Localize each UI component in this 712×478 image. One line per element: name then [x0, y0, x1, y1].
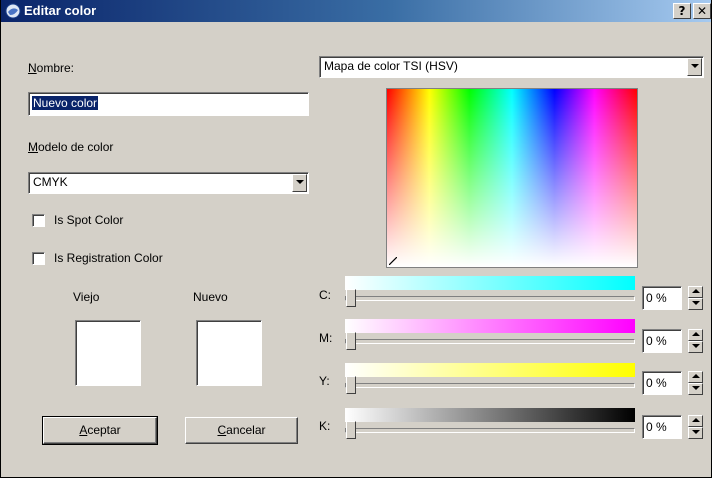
name-input-value: Nuevo color [32, 96, 99, 110]
spin-down-icon[interactable] [688, 383, 703, 395]
channel-label: C: [319, 288, 331, 302]
spin-up-icon[interactable] [688, 371, 703, 383]
channel-slider-thumb[interactable] [346, 332, 356, 350]
channel-spinner[interactable] [688, 286, 703, 310]
color-model-value: CMYK [33, 175, 68, 189]
spin-down-icon[interactable] [688, 298, 703, 310]
spin-up-icon[interactable] [688, 286, 703, 298]
app-icon [5, 3, 21, 19]
spot-color-label[interactable]: Is Spot Color [54, 213, 123, 227]
accept-button[interactable]: Aceptar [42, 416, 158, 445]
color-model-select[interactable]: CMYK [28, 172, 309, 194]
title-bar[interactable]: Editar color ? ✕ [1, 0, 711, 22]
chevron-down-icon[interactable] [687, 58, 702, 76]
channel-label: Y: [319, 374, 330, 388]
name-input[interactable]: Nuevo color [28, 92, 309, 116]
close-button[interactable]: ✕ [693, 3, 711, 19]
window-title: Editar color [24, 3, 97, 18]
registration-color-checkbox[interactable] [32, 252, 45, 265]
spin-down-icon[interactable] [688, 341, 703, 353]
channel-value-input[interactable]: 0 % [642, 329, 682, 353]
channel-value-input[interactable]: 0 % [642, 415, 682, 439]
channel-slider-track[interactable] [345, 383, 635, 388]
old-color-swatch [75, 320, 141, 386]
channel-value-input[interactable]: 0 % [642, 286, 682, 310]
channel-spinner[interactable] [688, 329, 703, 353]
spin-up-icon[interactable] [688, 329, 703, 341]
hsv-color-map[interactable] [386, 88, 638, 268]
chevron-down-icon[interactable] [292, 174, 307, 192]
model-label: Modelo de color [28, 140, 114, 154]
cancel-button[interactable]: Cancelar [185, 417, 298, 444]
spot-color-checkbox[interactable] [32, 214, 45, 227]
channel-slider-track[interactable] [345, 339, 635, 344]
spin-down-icon[interactable] [688, 427, 703, 439]
channel-spinner[interactable] [688, 371, 703, 395]
color-map-select[interactable]: Mapa de color TSI (HSV) [319, 56, 704, 78]
channel-label: M: [319, 331, 333, 345]
help-button[interactable]: ? [673, 3, 691, 19]
channel-slider-track[interactable] [345, 428, 635, 433]
channel-value-input[interactable]: 0 % [642, 371, 682, 395]
map-cursor-icon [389, 257, 397, 265]
old-color-label: Viejo [73, 290, 100, 304]
name-label: Nombre: [28, 61, 75, 75]
registration-color-label[interactable]: Is Registration Color [54, 251, 163, 265]
channel-spinner[interactable] [688, 415, 703, 439]
channel-label: K: [319, 419, 331, 433]
color-map-value: Mapa de color TSI (HSV) [324, 59, 458, 73]
edit-color-dialog: Editar color ? ✕ Nombre: Nuevo color Mod… [0, 0, 712, 478]
spin-up-icon[interactable] [688, 415, 703, 427]
channel-ramp [345, 319, 635, 333]
new-color-label: Nuevo [193, 290, 228, 304]
channel-slider-thumb[interactable] [346, 289, 356, 307]
channel-ramp [345, 408, 635, 422]
channel-ramp [345, 276, 635, 290]
saturation-gradient [387, 89, 637, 267]
channel-ramp [345, 363, 635, 377]
channel-slider-track[interactable] [345, 296, 635, 301]
channel-slider-thumb[interactable] [346, 376, 356, 394]
new-color-swatch [196, 320, 262, 386]
channel-slider-thumb[interactable] [346, 421, 356, 439]
